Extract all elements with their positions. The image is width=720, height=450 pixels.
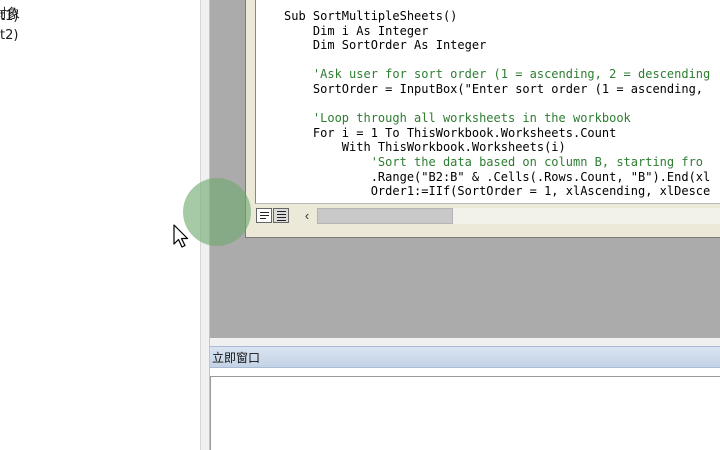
code-line[interactable]: SortOrder = InputBox("Enter sort order (… — [284, 82, 703, 97]
code-line[interactable]: Sub SortMultipleSheets() — [284, 9, 457, 24]
immediate-window-title: 立即窗口 — [212, 351, 261, 365]
code-window-bottom-bar: ‹ — [255, 205, 720, 227]
scroll-left-arrow-icon[interactable]: ‹ — [299, 207, 315, 225]
arrow-cursor-icon — [173, 224, 189, 248]
code-comment-line[interactable]: 'Sort the data based on column B, starti… — [284, 155, 703, 170]
code-window: Sub SortMultipleSheets() Dim i As Intege… — [245, 0, 720, 238]
code-comment-line[interactable]: 'Ask user for sort order (1 = ascending,… — [284, 67, 710, 82]
click-highlight — [183, 178, 251, 246]
code-line[interactable]: .Range("B2:B" & .Cells(.Rows.Count, "B")… — [284, 170, 711, 185]
immediate-window-gap — [210, 338, 720, 346]
code-line[interactable]: Dim SortOrder As Integer — [284, 38, 486, 53]
tree-item-sheet1[interactable]: t1) — [0, 9, 18, 24]
code-line[interactable]: With ThisWorkbook.Worksheets(i) — [284, 140, 566, 155]
horizontal-scroll-thumb[interactable] — [317, 208, 453, 224]
immediate-window-body[interactable] — [210, 376, 720, 450]
procedure-view-icon[interactable] — [256, 208, 272, 223]
project-explorer: 对象 t1) t2) — [0, 0, 200, 450]
code-line[interactable]: Dim i As Integer — [284, 24, 429, 39]
code-line[interactable]: Order1:=IIf(SortOrder = 1, xlAscending, … — [284, 184, 711, 199]
immediate-window-header[interactable]: 立即窗口 — [210, 346, 720, 368]
horizontal-scrollbar[interactable] — [317, 208, 720, 224]
full-module-view-icon[interactable] — [273, 208, 289, 223]
code-editor[interactable]: Sub SortMultipleSheets() Dim i As Intege… — [255, 0, 720, 204]
code-line[interactable]: For i = 1 To ThisWorkbook.Worksheets.Cou… — [284, 126, 616, 141]
code-comment-line[interactable]: 'Loop through all worksheets in the work… — [284, 111, 631, 126]
mdi-client-area: Sub SortMultipleSheets() Dim i As Intege… — [210, 0, 720, 338]
tree-item-sheet2[interactable]: t2) — [0, 28, 18, 43]
